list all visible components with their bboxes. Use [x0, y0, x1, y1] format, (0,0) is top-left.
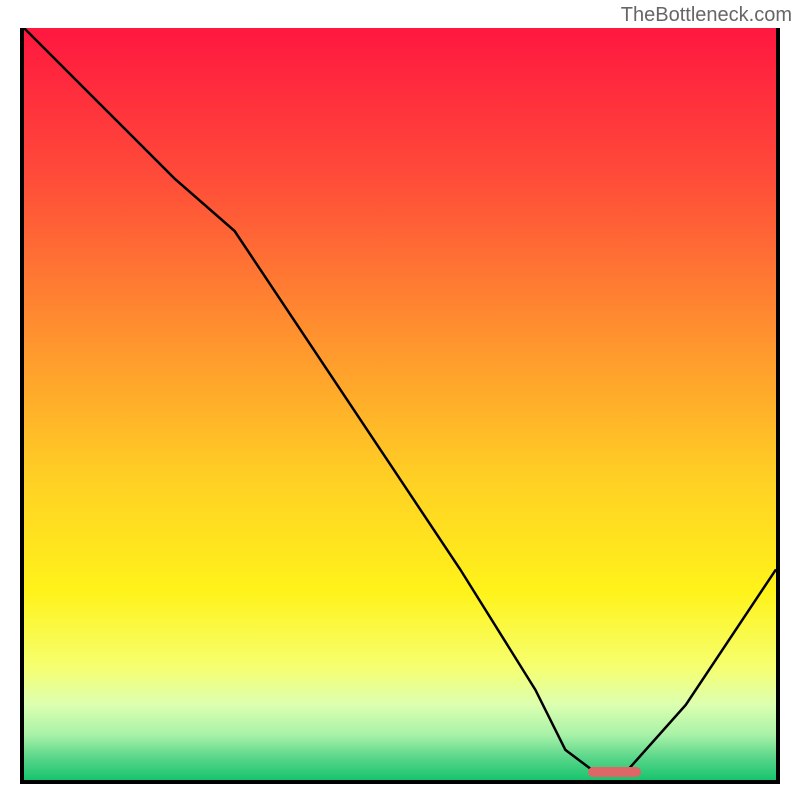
plot-area: [20, 28, 780, 784]
watermark-text: TheBottleneck.com: [621, 4, 792, 27]
optimal-marker: [588, 767, 641, 777]
curve-svg: [24, 28, 776, 780]
bottleneck-curve: [24, 28, 776, 773]
chart-container: TheBottleneck.com: [0, 0, 800, 800]
